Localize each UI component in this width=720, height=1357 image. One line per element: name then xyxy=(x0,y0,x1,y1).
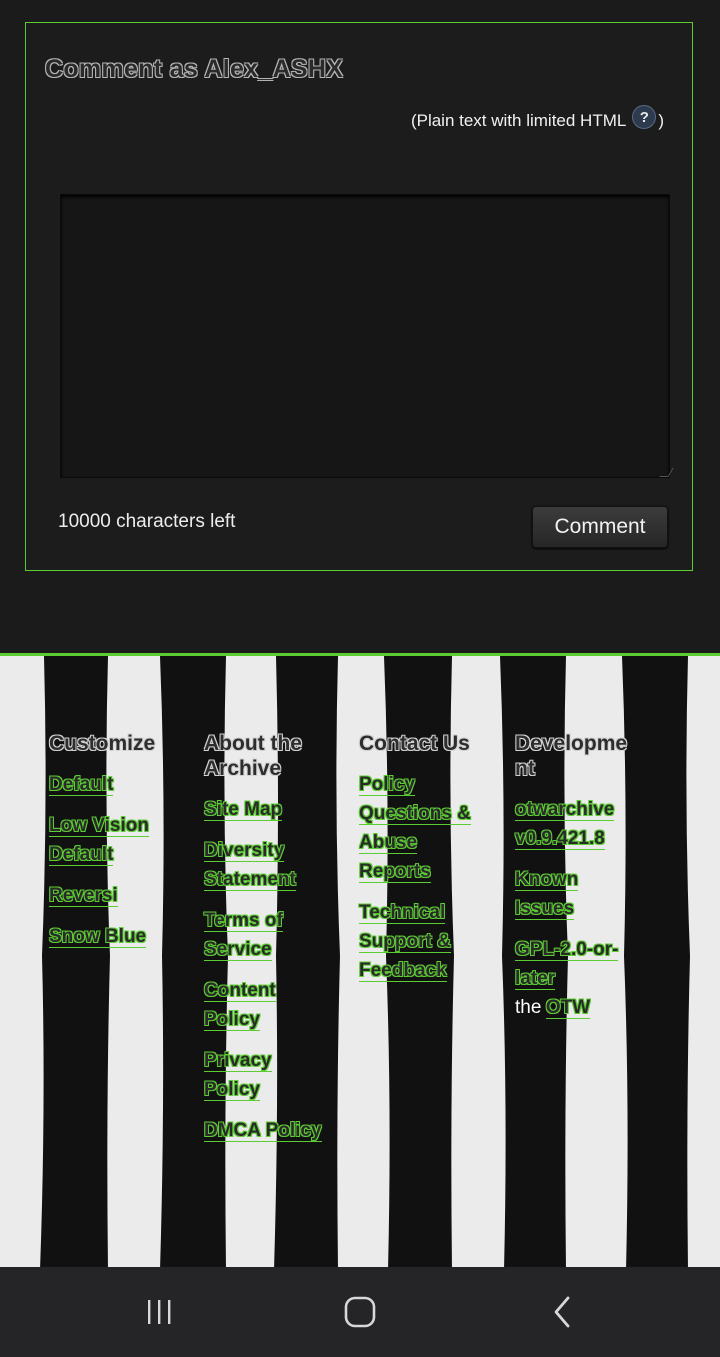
format-note-text: (Plain text with limited HTML xyxy=(410,111,627,130)
footer-column-about: About the Archive Site Map Diversity Sta… xyxy=(204,731,324,1157)
otw-link[interactable]: OTW xyxy=(545,997,591,1019)
footer-column-customize: Customize Default Low Vision Default Rev… xyxy=(49,731,169,963)
skin-default-link[interactable]: Default xyxy=(49,770,169,799)
about-heading: About the Archive xyxy=(204,732,302,780)
otw-credit-prefix: the xyxy=(515,997,542,1018)
recent-apps-icon xyxy=(148,1300,171,1324)
footer-column-development: Developme nt otwarchive v0.9.421.8 Known… xyxy=(515,731,635,1022)
diversity-statement-link[interactable]: Diversity Statement xyxy=(204,836,324,894)
otwarchive-version-link[interactable]: otwarchive v0.9.421.8 xyxy=(515,795,635,853)
privacy-policy-link[interactable]: Privacy Policy xyxy=(204,1046,324,1104)
terms-of-service-link[interactable]: Terms of Service xyxy=(204,906,324,964)
home-icon xyxy=(344,1296,376,1328)
characters-left-counter: 10000 characters left xyxy=(58,511,236,532)
home-button[interactable] xyxy=(300,1267,420,1357)
back-button[interactable] xyxy=(502,1267,622,1357)
comment-textarea[interactable] xyxy=(60,194,670,478)
comment-heading: Comment as Alex_ASHX xyxy=(45,55,344,83)
skin-snow-blue-link[interactable]: Snow Blue xyxy=(49,922,169,951)
development-heading: Developme nt xyxy=(515,732,628,780)
comment-form: Comment as Alex_ASHX (Plain text with li… xyxy=(25,22,693,571)
skin-reversi-link[interactable]: Reversi xyxy=(49,881,169,910)
site-map-link[interactable]: Site Map xyxy=(204,795,324,824)
skin-low-vision-default-link[interactable]: Low Vision Default xyxy=(49,811,169,869)
license-link[interactable]: GPL-2.0-or-later xyxy=(515,935,635,993)
contact-heading: Contact Us xyxy=(359,732,470,755)
customize-heading: Customize xyxy=(49,732,156,755)
known-issues-link[interactable]: Known Issues xyxy=(515,865,635,923)
comment-submit-button[interactable]: Comment xyxy=(532,506,668,548)
otw-credit: the OTW xyxy=(515,993,635,1022)
help-icon[interactable]: ? xyxy=(632,105,657,129)
footer-column-contact: Contact Us Policy Questions & Abuse Repo… xyxy=(359,731,479,997)
format-note-close: ) xyxy=(658,111,664,130)
technical-support-link[interactable]: Technical Support & Feedback xyxy=(359,898,479,985)
system-navigation-bar xyxy=(0,1267,720,1357)
back-icon xyxy=(554,1296,570,1328)
site-footer: Customize Default Low Vision Default Rev… xyxy=(0,653,720,1267)
recent-apps-button[interactable] xyxy=(99,1267,219,1357)
dmca-policy-link[interactable]: DMCA Policy xyxy=(204,1116,324,1145)
content-policy-link[interactable]: Content Policy xyxy=(204,976,324,1034)
policy-questions-link[interactable]: Policy Questions & Abuse Reports xyxy=(359,770,479,886)
format-note: (Plain text with limited HTML ? ) xyxy=(410,105,664,133)
